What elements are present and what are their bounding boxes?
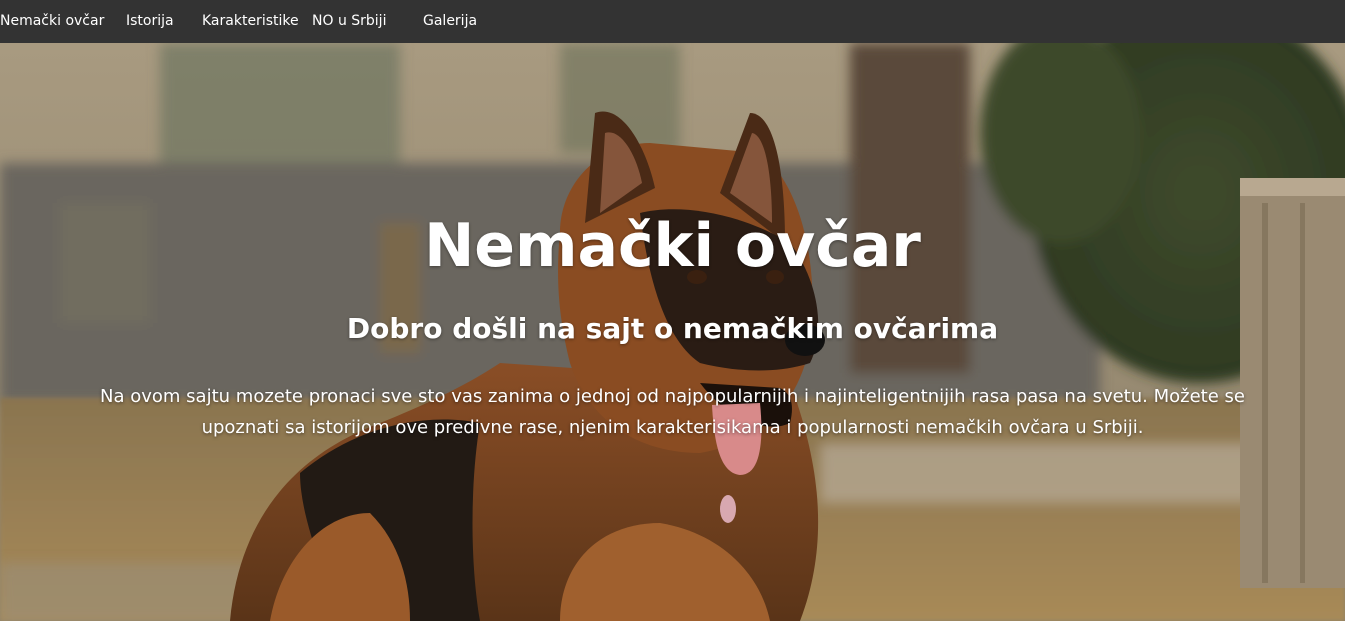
nav-link-karakteristike[interactable]: Karakteristike — [202, 0, 299, 43]
hero-subtitle: Dobro došli na sajt o nemačkim ovčarima — [346, 312, 999, 346]
hero-title: Nemački ovčar — [424, 211, 921, 282]
hero-description: Na ovom sajtu mozete pronaci sve sto vas… — [100, 386, 1245, 438]
hero-section: Nemački ovčar Dobro došli na sajt o nema… — [0, 43, 1345, 621]
nav-link-galerija[interactable]: Galerija — [423, 0, 477, 43]
top-navbar: Nemački ovčar Istorija Karakteristike NO… — [0, 0, 1345, 43]
nav-link-no-u-srbiji[interactable]: NO u Srbiji — [312, 0, 386, 43]
nav-link-nemacki-ovcar[interactable]: Nemački ovčar — [0, 0, 104, 43]
nav-link-istorija[interactable]: Istorija — [126, 0, 174, 43]
